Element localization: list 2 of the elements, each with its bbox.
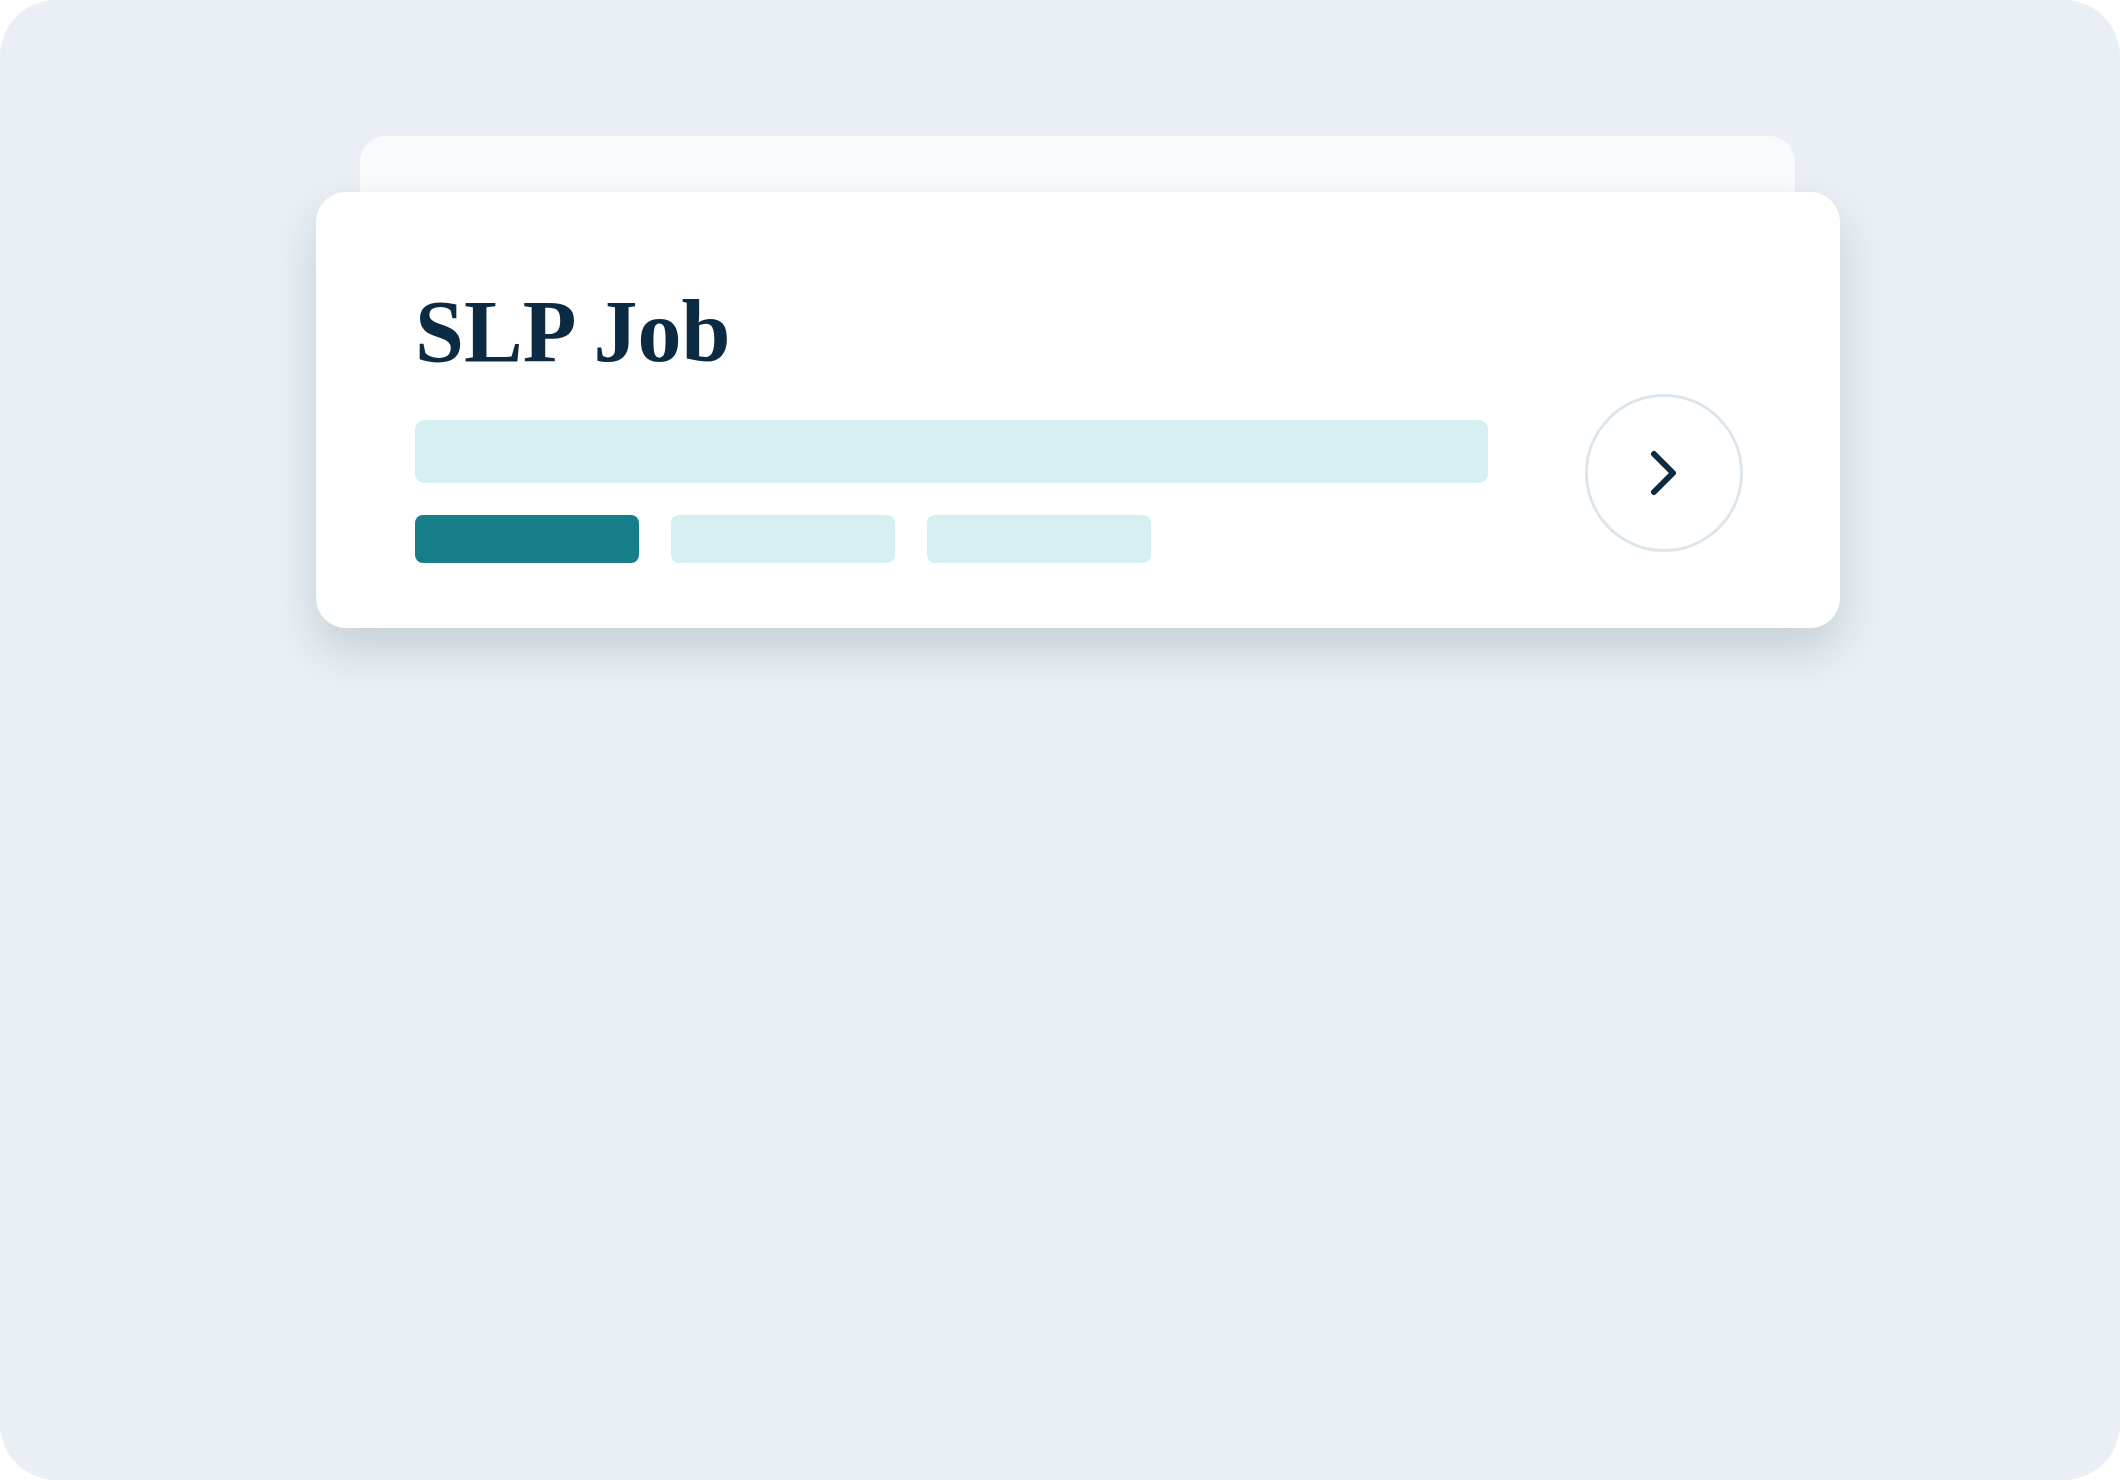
chevron-right-icon (1650, 450, 1678, 496)
card-title: SLP Job (415, 282, 731, 382)
